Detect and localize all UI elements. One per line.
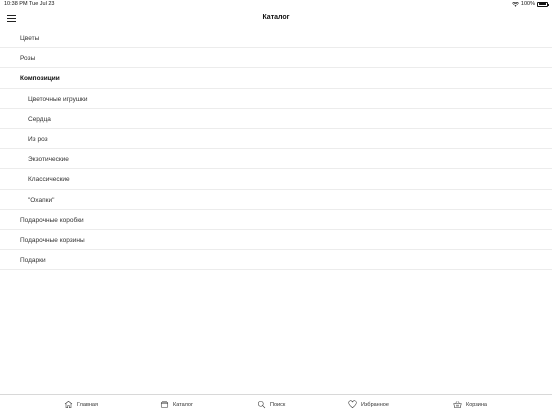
catalog-item-label: Подарочные коробки [20, 216, 84, 224]
home-icon [64, 400, 73, 409]
catalog-item-label: Подарки [20, 257, 46, 265]
catalog-item[interactable]: Из роз [0, 129, 552, 150]
catalog-item-label: Классические [28, 176, 70, 184]
tab-bar: Главная Каталог Поиск Избранное Корзина [0, 394, 552, 414]
navigation-bar: Каталог [0, 8, 552, 28]
tab-label: Избранное [361, 401, 389, 408]
basket-icon [453, 401, 462, 409]
tab-label: Главная [77, 401, 98, 408]
catalog-item[interactable]: Розы [0, 48, 552, 69]
catalog-item[interactable]: Сердца [0, 109, 552, 129]
catalog-item[interactable]: Цветочные игрушки [0, 89, 552, 109]
catalog-item[interactable]: Цветы [0, 28, 552, 49]
catalog-item[interactable]: Подарочные коробки [0, 210, 552, 230]
catalog-item-label: Розы [20, 55, 36, 63]
catalog-item[interactable]: Подарочные корзины [0, 230, 552, 251]
hamburger-icon-line [7, 21, 16, 23]
catalog-item-label: Цветочные игрушки [28, 95, 88, 103]
catalog-item[interactable]: "Охапки" [0, 190, 552, 210]
catalog-item[interactable]: Классические [0, 169, 552, 190]
catalog-item-label: Подарочные корзины [20, 236, 85, 244]
search-icon [257, 400, 266, 409]
tab-search[interactable]: Поиск [257, 400, 285, 409]
catalog-item[interactable]: Экзотические [0, 149, 552, 170]
catalog-item-label: Цветы [20, 35, 40, 42]
tab-heart[interactable]: Избранное [348, 400, 389, 409]
catalog-item-label: Композиции [20, 75, 60, 83]
status-time: 10:38 PM [4, 1, 28, 7]
status-bar: 10:38 PM Tue Jul 23 100% [0, 0, 552, 8]
page-title: Каталог [262, 14, 290, 21]
heart-icon [348, 400, 357, 409]
catalog-item-label: Из роз [28, 135, 48, 143]
battery-icon [537, 1, 549, 7]
catalog-item[interactable]: Подарки [0, 250, 552, 271]
catalog-icon [160, 400, 169, 408]
tab-label: Каталог [173, 401, 193, 408]
catalog-item[interactable]: Композиции [0, 68, 552, 89]
tab-basket[interactable]: Корзина [453, 400, 487, 409]
catalog-item-label: Экзотические [28, 156, 69, 164]
wifi-icon [511, 1, 519, 7]
tab-label: Поиск [270, 401, 286, 408]
status-date: Tue Jul 23 [29, 1, 55, 7]
catalog-list: Цветы Розы Композиции Цветочные игрушки Серд… [0, 28, 552, 271]
catalog-item-label: Сердца [28, 115, 51, 123]
catalog-item-label: "Охапки" [28, 196, 55, 204]
status-indicators: 100% [511, 1, 549, 7]
tab-home[interactable]: Главная [64, 400, 98, 409]
tab-catalog[interactable]: Каталог [160, 400, 193, 409]
battery-percent: 100% [520, 1, 535, 7]
tab-label: Корзина [466, 401, 487, 408]
